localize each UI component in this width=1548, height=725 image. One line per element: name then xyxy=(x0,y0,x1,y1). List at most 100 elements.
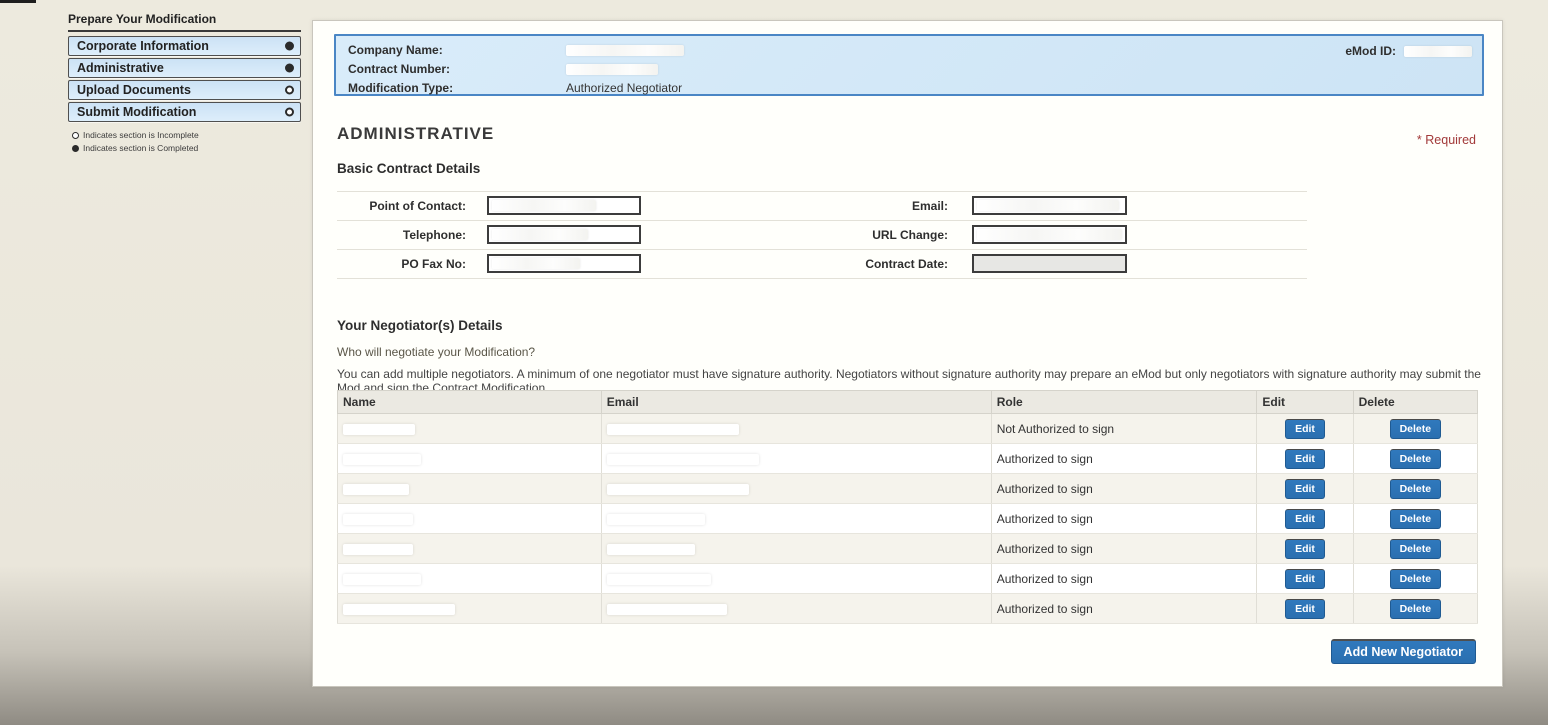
telephone-input[interactable] xyxy=(487,225,641,244)
redacted-value xyxy=(977,229,1122,240)
role-cell: Authorized to sign xyxy=(991,534,1257,564)
browser-edge-artifact xyxy=(0,0,36,3)
modification-type-label: Modification Type: xyxy=(348,81,566,95)
legend-completed: Indicates section is Completed xyxy=(72,143,301,153)
edit-button[interactable]: Edit xyxy=(1285,509,1325,529)
contract-date-input[interactable] xyxy=(972,254,1127,273)
incomplete-dot-icon xyxy=(72,132,79,139)
email-cell xyxy=(601,564,991,594)
emod-id-row: eMod ID: xyxy=(1345,44,1472,58)
telephone-label: Telephone: xyxy=(337,228,466,242)
contract-summary-box: Company Name: Contract Number: Modificat… xyxy=(334,34,1484,96)
edit-cell: Edit xyxy=(1257,474,1353,504)
delete-button[interactable]: Delete xyxy=(1390,479,1442,499)
table-row: Authorized to sign Edit Delete xyxy=(338,444,1478,474)
page-title: ADMINISTRATIVE xyxy=(337,124,494,144)
redacted-value xyxy=(492,229,588,240)
status-dot-icon xyxy=(285,42,294,51)
name-cell xyxy=(338,474,602,504)
point-of-contact-input[interactable] xyxy=(487,196,641,215)
column-header-name: Name xyxy=(338,391,602,414)
role-cell: Authorized to sign xyxy=(991,474,1257,504)
edit-cell: Edit xyxy=(1257,444,1353,474)
edit-cell: Edit xyxy=(1257,534,1353,564)
sidebar-item-submit-modification[interactable]: Submit Modification xyxy=(68,102,301,122)
email-cell xyxy=(601,474,991,504)
name-cell xyxy=(338,594,602,624)
redacted-name xyxy=(343,544,413,555)
legend-text: Indicates section is Incomplete xyxy=(83,130,199,140)
delete-cell: Delete xyxy=(1353,504,1477,534)
redacted-name xyxy=(343,454,421,465)
column-header-edit: Edit xyxy=(1257,391,1353,414)
email-cell xyxy=(601,414,991,444)
email-cell xyxy=(601,504,991,534)
add-new-negotiator-button[interactable]: Add New Negotiator xyxy=(1331,639,1476,664)
form-row: Telephone: URL Change: xyxy=(337,221,1307,250)
edit-button[interactable]: Edit xyxy=(1285,419,1325,439)
sidebar-item-administrative[interactable]: Administrative xyxy=(68,58,301,78)
email-cell xyxy=(601,534,991,564)
contract-number-row: Contract Number: xyxy=(348,61,1470,77)
sidebar-item-upload-documents[interactable]: Upload Documents xyxy=(68,80,301,100)
delete-button[interactable]: Delete xyxy=(1390,449,1442,469)
delete-button[interactable]: Delete xyxy=(1390,419,1442,439)
edit-button[interactable]: Edit xyxy=(1285,449,1325,469)
contract-date-label: Contract Date: xyxy=(757,257,948,271)
column-header-delete: Delete xyxy=(1353,391,1477,414)
table-row: Authorized to sign Edit Delete xyxy=(338,534,1478,564)
status-dot-icon xyxy=(285,108,294,117)
delete-button[interactable]: Delete xyxy=(1390,569,1442,589)
sidebar-item-corporate-information[interactable]: Corporate Information xyxy=(68,36,301,56)
form-row: PO Fax No: Contract Date: xyxy=(337,250,1307,279)
role-cell: Authorized to sign xyxy=(991,504,1257,534)
po-fax-no-input[interactable] xyxy=(487,254,641,273)
status-dot-icon xyxy=(285,86,294,95)
table-row: Authorized to sign Edit Delete xyxy=(338,504,1478,534)
delete-cell: Delete xyxy=(1353,594,1477,624)
name-cell xyxy=(338,444,602,474)
delete-button[interactable]: Delete xyxy=(1390,539,1442,559)
email-input[interactable] xyxy=(972,196,1127,215)
status-dot-icon xyxy=(285,64,294,73)
role-cell: Authorized to sign xyxy=(991,564,1257,594)
sidebar-item-label: Administrative xyxy=(77,61,164,75)
company-name-row: Company Name: xyxy=(348,42,1470,58)
edit-button[interactable]: Edit xyxy=(1285,599,1325,619)
redacted-name xyxy=(343,514,413,525)
redacted-email xyxy=(607,574,711,585)
delete-cell: Delete xyxy=(1353,534,1477,564)
main-panel: Company Name: Contract Number: Modificat… xyxy=(312,20,1503,687)
modification-type-value: Authorized Negotiator xyxy=(566,81,682,95)
name-cell xyxy=(338,534,602,564)
edit-button[interactable]: Edit xyxy=(1285,479,1325,499)
legend-text: Indicates section is Completed xyxy=(83,143,198,153)
table-row: Authorized to sign Edit Delete xyxy=(338,474,1478,504)
delete-button[interactable]: Delete xyxy=(1390,599,1442,619)
redacted-value xyxy=(492,200,596,211)
redacted-email xyxy=(607,484,749,495)
edit-cell: Edit xyxy=(1257,594,1353,624)
table-row: Authorized to sign Edit Delete xyxy=(338,594,1478,624)
name-cell xyxy=(338,564,602,594)
email-cell xyxy=(601,594,991,624)
basic-contract-details-form: Point of Contact: Email: Telephone: URL … xyxy=(337,191,1307,279)
edit-button[interactable]: Edit xyxy=(1285,569,1325,589)
name-cell xyxy=(338,414,602,444)
url-change-input[interactable] xyxy=(972,225,1127,244)
contract-number-value-redacted xyxy=(566,64,658,75)
redacted-name xyxy=(343,604,455,615)
email-label: Email: xyxy=(757,199,948,213)
url-change-label: URL Change: xyxy=(757,228,948,242)
redacted-email xyxy=(607,604,727,615)
role-cell: Authorized to sign xyxy=(991,444,1257,474)
table-header-row: Name Email Role Edit Delete xyxy=(338,391,1478,414)
sidebar-item-label: Upload Documents xyxy=(77,83,191,97)
name-cell xyxy=(338,504,602,534)
redacted-email xyxy=(607,454,759,465)
delete-button[interactable]: Delete xyxy=(1390,509,1442,529)
redacted-name xyxy=(343,574,421,585)
delete-cell: Delete xyxy=(1353,564,1477,594)
edit-button[interactable]: Edit xyxy=(1285,539,1325,559)
role-cell: Not Authorized to sign xyxy=(991,414,1257,444)
